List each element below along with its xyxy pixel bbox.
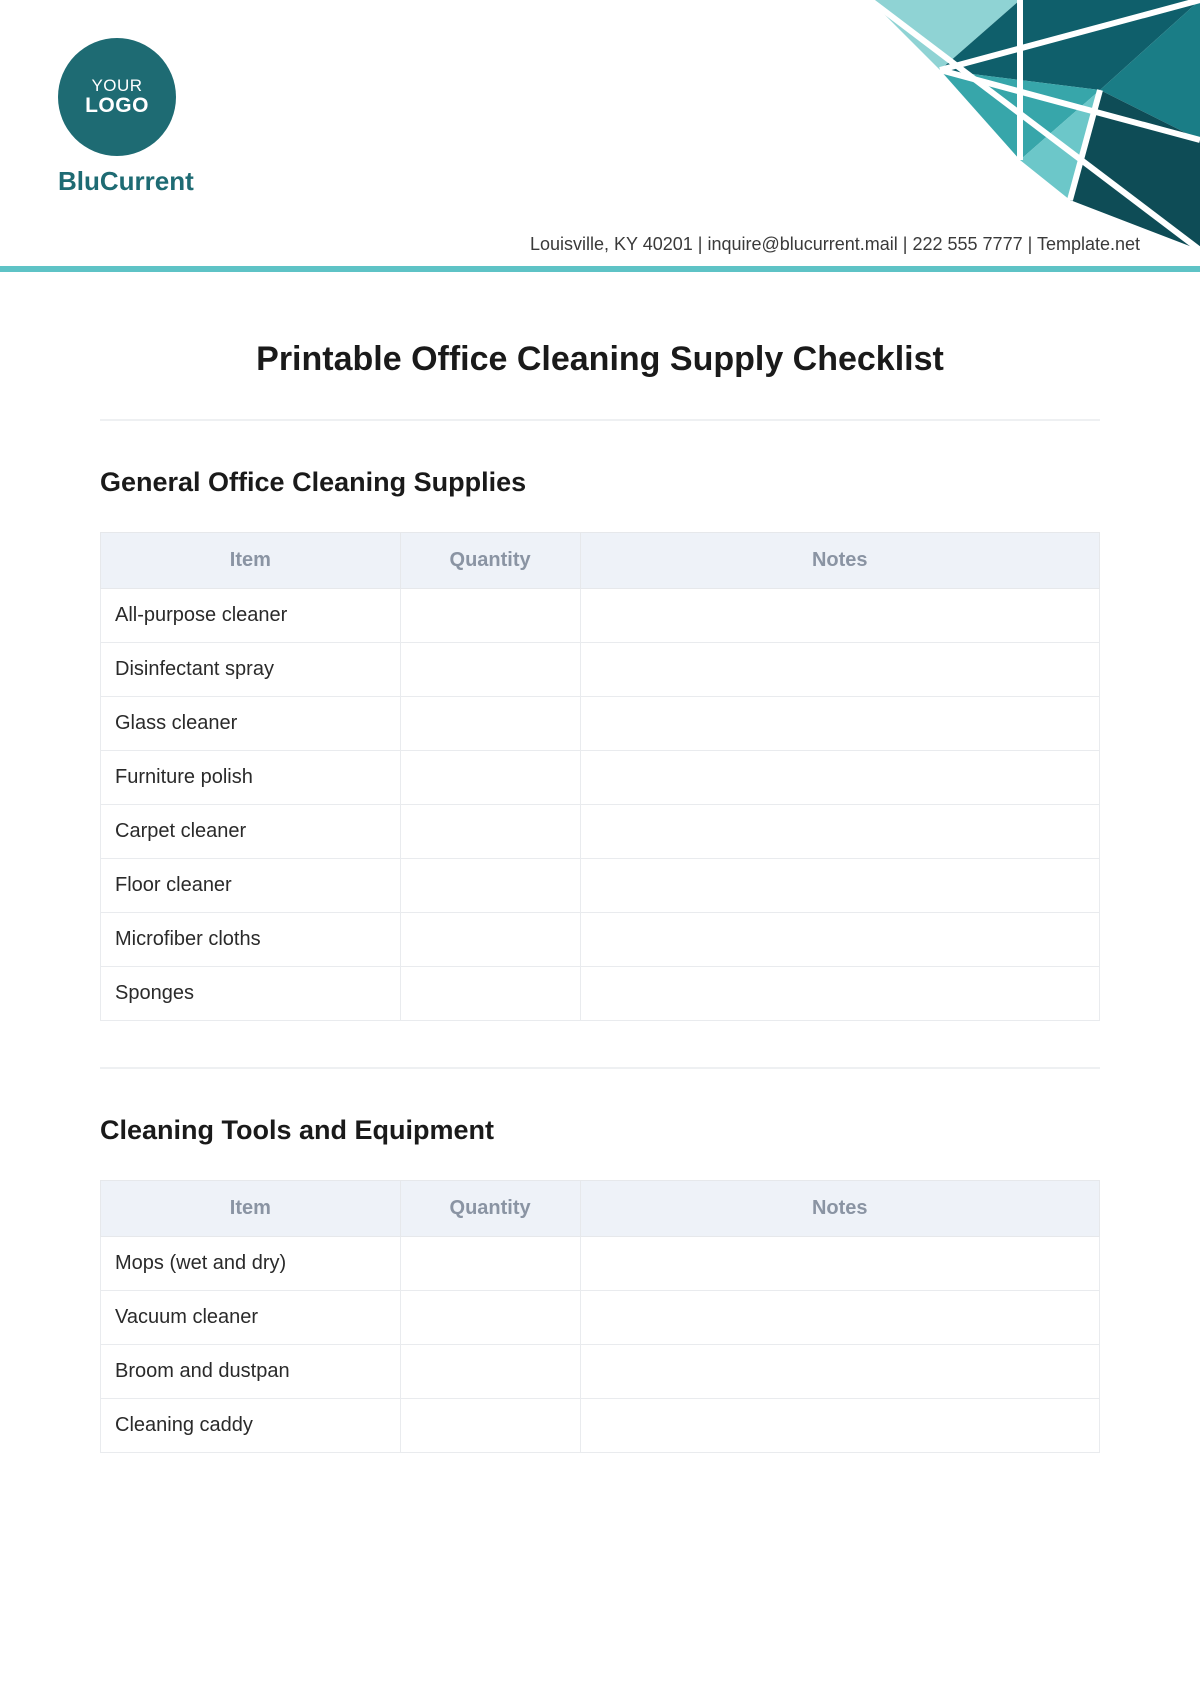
cell-qty	[400, 589, 580, 643]
col-notes: Notes	[580, 533, 1100, 589]
cell-qty	[400, 643, 580, 697]
cell-notes	[580, 859, 1100, 913]
cell-item: Floor cleaner	[101, 859, 401, 913]
cell-notes	[580, 697, 1100, 751]
table-row: Broom and dustpan	[101, 1345, 1100, 1399]
logo-placeholder: YOUR LOGO	[58, 38, 176, 156]
contact-line: Louisville, KY 40201 | inquire@blucurren…	[530, 234, 1140, 255]
col-notes: Notes	[580, 1181, 1100, 1237]
table-row: Furniture polish	[101, 751, 1100, 805]
table-row: Cleaning caddy	[101, 1399, 1100, 1453]
table-row: Vacuum cleaner	[101, 1291, 1100, 1345]
section-heading: General Office Cleaning Supplies	[100, 467, 1100, 498]
cell-notes	[580, 1291, 1100, 1345]
cell-qty	[400, 1345, 580, 1399]
brand-block: YOUR LOGO BluCurrent	[58, 38, 194, 197]
cell-item: Furniture polish	[101, 751, 401, 805]
section-heading: Cleaning Tools and Equipment	[100, 1115, 1100, 1146]
cell-item: Sponges	[101, 967, 401, 1021]
cell-qty	[400, 859, 580, 913]
supply-table-tools: Item Quantity Notes Mops (wet and dry) V…	[100, 1180, 1100, 1453]
cell-item: Carpet cleaner	[101, 805, 401, 859]
col-item: Item	[101, 533, 401, 589]
cell-notes	[580, 643, 1100, 697]
table-row: Floor cleaner	[101, 859, 1100, 913]
table-header-row: Item Quantity Notes	[101, 1181, 1100, 1237]
cell-item: Glass cleaner	[101, 697, 401, 751]
cell-qty	[400, 1291, 580, 1345]
supply-table-general: Item Quantity Notes All-purpose cleaner …	[100, 532, 1100, 1021]
cell-qty	[400, 1399, 580, 1453]
table-row: Carpet cleaner	[101, 805, 1100, 859]
cell-notes	[580, 1345, 1100, 1399]
cell-qty	[400, 697, 580, 751]
cell-notes	[580, 1399, 1100, 1453]
cell-notes	[580, 913, 1100, 967]
cell-notes	[580, 1237, 1100, 1291]
corner-geometric-decor	[720, 0, 1200, 250]
section-divider	[100, 1067, 1100, 1069]
cell-item: Mops (wet and dry)	[101, 1237, 401, 1291]
cell-item: Disinfectant spray	[101, 643, 401, 697]
col-item: Item	[101, 1181, 401, 1237]
cell-item: Broom and dustpan	[101, 1345, 401, 1399]
cell-qty	[400, 967, 580, 1021]
table-row: Microfiber cloths	[101, 913, 1100, 967]
cell-notes	[580, 751, 1100, 805]
title-divider	[100, 419, 1100, 421]
page-title: Printable Office Cleaning Supply Checkli…	[100, 340, 1100, 379]
cell-notes	[580, 967, 1100, 1021]
cell-qty	[400, 751, 580, 805]
cell-qty	[400, 805, 580, 859]
cell-qty	[400, 913, 580, 967]
table-row: All-purpose cleaner	[101, 589, 1100, 643]
cell-notes	[580, 589, 1100, 643]
col-quantity: Quantity	[400, 533, 580, 589]
table-header-row: Item Quantity Notes	[101, 533, 1100, 589]
col-quantity: Quantity	[400, 1181, 580, 1237]
logo-line1: YOUR	[91, 77, 142, 95]
cell-qty	[400, 1237, 580, 1291]
table-row: Disinfectant spray	[101, 643, 1100, 697]
cell-item: Cleaning caddy	[101, 1399, 401, 1453]
cell-item: All-purpose cleaner	[101, 589, 401, 643]
table-row: Sponges	[101, 967, 1100, 1021]
cell-item: Vacuum cleaner	[101, 1291, 401, 1345]
cell-item: Microfiber cloths	[101, 913, 401, 967]
table-row: Mops (wet and dry)	[101, 1237, 1100, 1291]
header-rule	[0, 266, 1200, 272]
table-row: Glass cleaner	[101, 697, 1100, 751]
logo-line2: LOGO	[85, 95, 149, 117]
cell-notes	[580, 805, 1100, 859]
brand-name: BluCurrent	[58, 166, 194, 197]
document-content: Printable Office Cleaning Supply Checkli…	[100, 340, 1100, 1453]
